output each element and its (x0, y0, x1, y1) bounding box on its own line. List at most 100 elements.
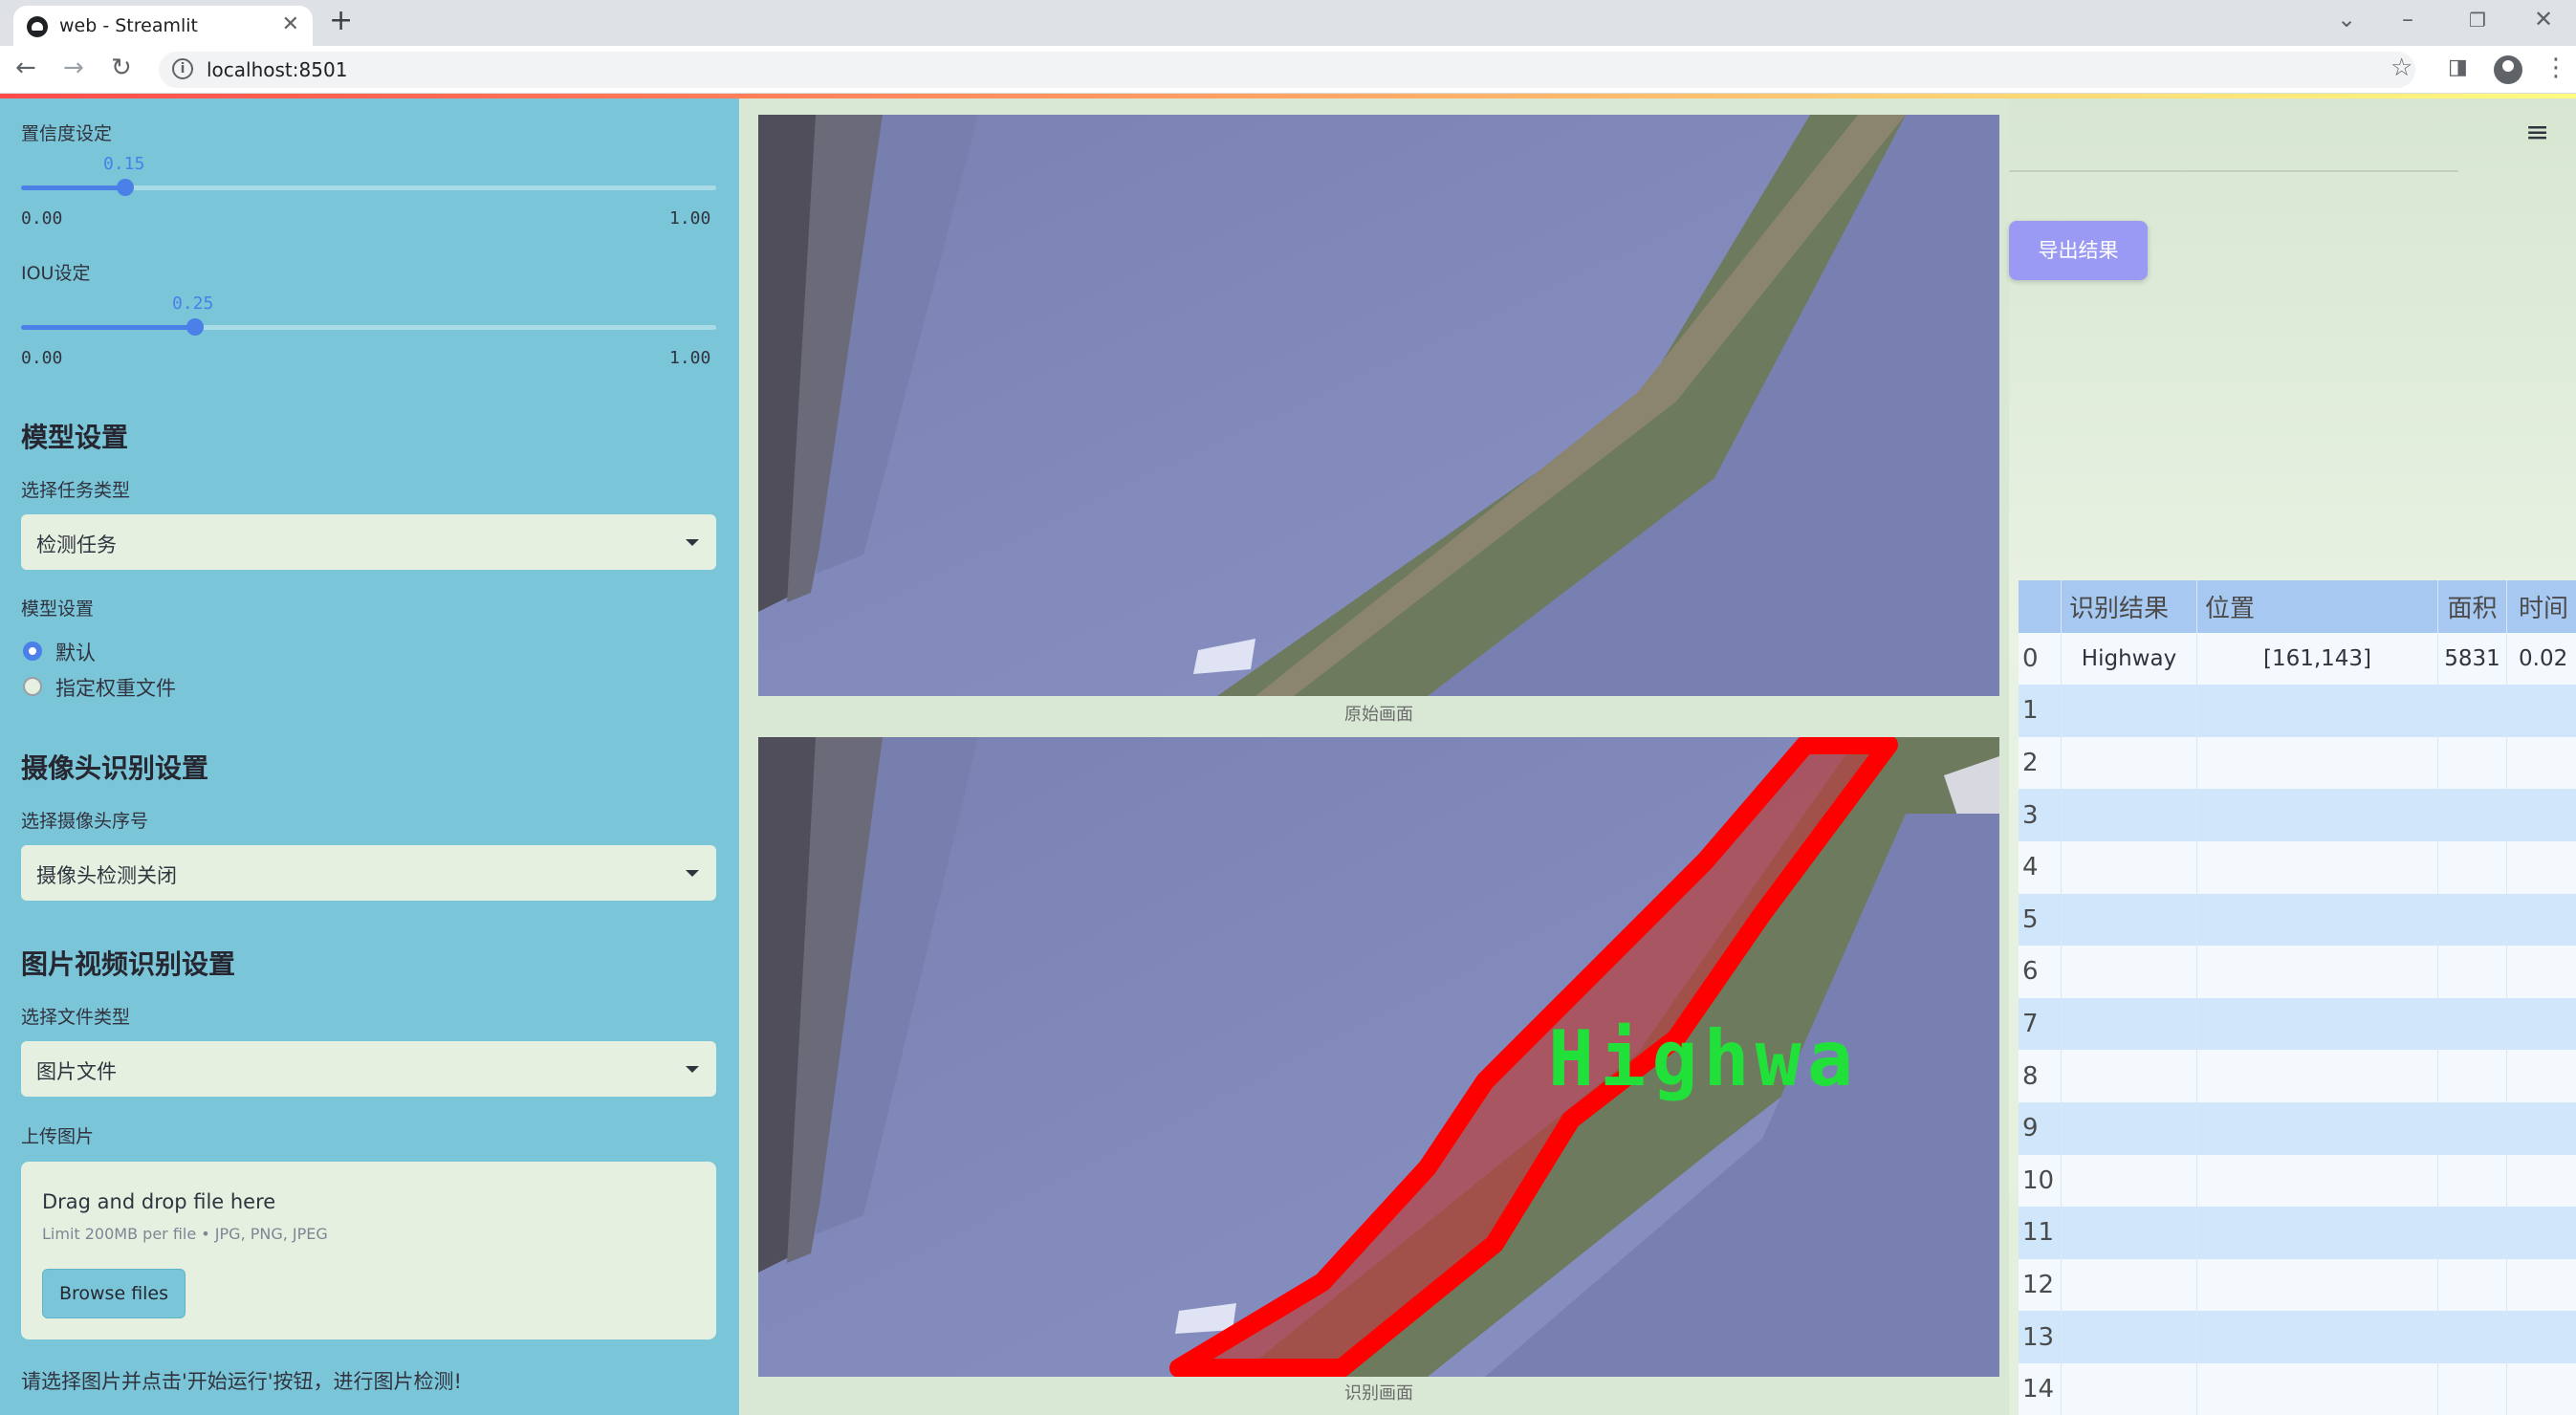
result-caption: 识别画面 (1344, 1383, 1413, 1404)
reload-icon[interactable]: ↻ (111, 54, 132, 82)
cell-area (2437, 789, 2506, 841)
file-type-select[interactable]: 图片文件 (21, 1041, 716, 1097)
cell-time (2506, 1258, 2576, 1312)
browser-tab[interactable]: web - Streamlit ✕ (13, 6, 313, 46)
table-row[interactable]: 1 (2019, 685, 2576, 737)
side-panel-icon[interactable]: ◨ (2448, 55, 2468, 79)
url-bar[interactable]: i localhost:8501 (159, 52, 2415, 88)
header-position[interactable]: 位置 (2196, 580, 2437, 633)
row-index: 12 (2022, 1271, 2055, 1300)
cell-time (2506, 685, 2576, 737)
confidence-slider-thumb[interactable] (117, 179, 134, 196)
cell-position (2196, 1258, 2437, 1312)
back-icon[interactable]: ← (15, 54, 36, 82)
new-tab-icon[interactable]: + (329, 4, 353, 37)
url-text[interactable]: localhost:8501 (207, 58, 347, 81)
cell-position (2196, 1207, 2437, 1259)
confidence-value: 0.15 (103, 154, 145, 174)
cell-result (2061, 789, 2196, 841)
original-caption: 原始画面 (1344, 705, 1413, 725)
cell-time (2506, 1102, 2576, 1155)
cell-position (2196, 736, 2437, 790)
detection-label: Highwa (1548, 1014, 1859, 1103)
confidence-label: 置信度设定 (21, 123, 113, 144)
tab-close-icon[interactable]: ✕ (282, 12, 299, 36)
table-row[interactable]: 7 (2019, 997, 2576, 1051)
cell-time (2506, 841, 2576, 894)
row-index: 7 (2022, 1010, 2039, 1039)
cell-result (2061, 997, 2196, 1051)
cell-result (2061, 946, 2196, 998)
browse-files-button[interactable]: Browse files (42, 1269, 186, 1318)
task-type-select[interactable]: 检测任务 (21, 514, 716, 570)
iou-slider[interactable] (21, 318, 716, 336)
iou-value: 0.25 (172, 294, 214, 314)
iou-label: IOU设定 (21, 263, 91, 284)
cell-result (2061, 841, 2196, 894)
row-index: 6 (2022, 957, 2039, 987)
radio-default-circle[interactable] (23, 642, 42, 661)
profile-avatar-icon[interactable] (2494, 55, 2522, 84)
cell-time (2506, 946, 2576, 998)
cell-area: 5831 (2437, 632, 2506, 686)
table-row[interactable]: 2 (2019, 736, 2576, 790)
restore-icon[interactable]: ❐ (2469, 9, 2486, 32)
table-row[interactable]: 5 (2019, 893, 2576, 947)
cell-position (2196, 1050, 2437, 1102)
cell-position (2196, 1363, 2437, 1415)
header-area[interactable]: 面积 (2437, 580, 2506, 633)
table-row[interactable]: 3 (2019, 789, 2576, 841)
row-index: 9 (2022, 1114, 2039, 1143)
radio-custom-weights-circle[interactable] (23, 677, 42, 696)
cell-result (2061, 1258, 2196, 1312)
cell-area (2437, 736, 2506, 790)
cell-area (2437, 1363, 2506, 1415)
confidence-slider-fill (21, 185, 125, 190)
tab-search-icon[interactable]: ⌄ (2337, 6, 2356, 33)
iou-slider-thumb[interactable] (186, 318, 204, 336)
main-content: 原始画面 Highwa 识别画面 ≡ 导出结果 识别结果 位置 面积 时间 0 … (739, 98, 2576, 1415)
cell-result (2061, 1311, 2196, 1363)
table-row[interactable]: 10 (2019, 1154, 2576, 1208)
bookmark-star-icon[interactable]: ☆ (2390, 54, 2412, 82)
cell-result (2061, 1050, 2196, 1102)
dropzone-limit: Limit 200MB per file • JPG, PNG, JPEG (42, 1225, 328, 1243)
cell-result (2061, 685, 2196, 737)
cell-time (2506, 789, 2576, 841)
window-close-icon[interactable]: ✕ (2534, 6, 2553, 33)
results-table[interactable]: 识别结果 位置 面积 时间 0 Highway [161,143] 5831 0.02 1… (2019, 580, 2576, 1415)
table-row[interactable]: 14 (2019, 1363, 2576, 1415)
camera-index-label: 选择摄像头序号 (21, 811, 149, 832)
table-row[interactable]: 13 (2019, 1311, 2576, 1363)
table-row[interactable]: 12 (2019, 1258, 2576, 1312)
forward-icon[interactable]: → (63, 54, 84, 82)
cell-time (2506, 997, 2576, 1051)
iou-slider-fill (21, 325, 195, 330)
hamburger-menu-icon[interactable]: ≡ (2525, 116, 2549, 149)
table-row[interactable]: 8 (2019, 1050, 2576, 1102)
table-row[interactable]: 4 (2019, 841, 2576, 894)
file-uploader-dropzone[interactable]: Drag and drop file here Limit 200MB per … (21, 1162, 716, 1339)
minimize-icon[interactable]: – (2402, 6, 2413, 33)
divider (2009, 170, 2458, 172)
site-info-icon[interactable]: i (172, 58, 193, 79)
table-row[interactable]: 11 (2019, 1207, 2576, 1259)
cell-result (2061, 1207, 2196, 1259)
table-row[interactable]: 6 (2019, 946, 2576, 998)
cell-time (2506, 893, 2576, 947)
header-result[interactable]: 识别结果 (2061, 580, 2196, 633)
confidence-slider[interactable] (21, 179, 716, 196)
row-index: 14 (2022, 1375, 2055, 1404)
cell-time (2506, 1311, 2576, 1363)
tab-title: web - Streamlit (59, 15, 198, 36)
export-results-button[interactable]: 导出结果 (2009, 221, 2148, 280)
header-time[interactable]: 时间 (2506, 580, 2576, 633)
table-row[interactable]: 9 (2019, 1102, 2576, 1155)
row-index: 11 (2022, 1218, 2055, 1248)
table-row[interactable]: 0 Highway [161,143] 5831 0.02 (2019, 632, 2576, 686)
camera-index-select[interactable]: 摄像头检测关闭 (21, 845, 716, 901)
cell-time: 0.02 (2506, 632, 2576, 686)
row-index: 8 (2022, 1061, 2039, 1091)
browser-menu-icon[interactable]: ⋮ (2543, 54, 2568, 82)
cell-result: Highway (2061, 632, 2196, 686)
